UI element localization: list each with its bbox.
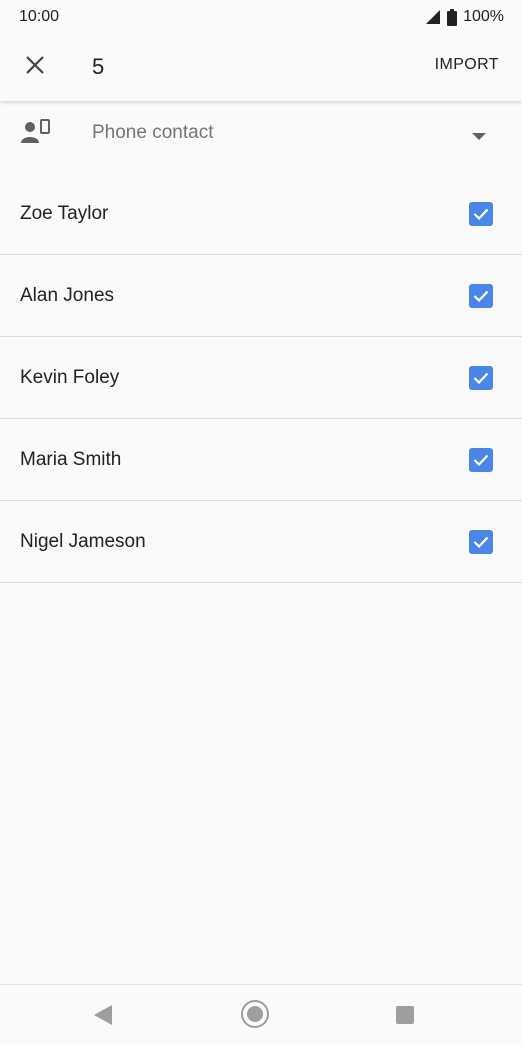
recents-icon[interactable] [395,1005,415,1030]
contact-list: Zoe Taylor Alan Jones Kevin Foley Maria … [0,173,522,583]
signal-icon [425,9,441,25]
contact-row[interactable]: Nigel Jameson [0,501,522,583]
contact-name: Nigel Jameson [20,531,146,552]
checkbox-checked-icon[interactable] [469,448,493,472]
contacts-import-screen: 10:00 100% 5 IMPORT Phone contact Zoe Ta… [0,0,522,1044]
contact-row[interactable]: Kevin Foley [0,337,522,419]
status-time: 10:00 [19,8,60,25]
contact-name: Zoe Taylor [20,203,109,224]
contact-row[interactable]: Alan Jones [0,255,522,337]
home-icon[interactable] [240,999,270,1034]
close-button[interactable] [16,46,54,88]
checkbox-checked-icon[interactable] [469,366,493,390]
battery-icon [447,8,458,26]
account-label: Phone contact [92,122,214,143]
import-button[interactable]: IMPORT [435,56,499,74]
contact-name: Kevin Foley [20,367,120,388]
status-icons: 100% [425,8,504,26]
close-icon [25,55,45,80]
checkbox-checked-icon[interactable] [469,530,493,554]
account-selector[interactable]: Phone contact [0,101,522,165]
status-bar: 10:00 100% [0,0,522,34]
navigation-bar [0,984,522,1044]
contact-row[interactable]: Zoe Taylor [0,173,522,255]
contact-name: Maria Smith [20,449,122,470]
selected-count: 5 [92,54,105,79]
contact-name: Alan Jones [20,285,115,306]
back-icon[interactable] [93,1004,113,1031]
dropdown-arrow-icon [472,128,486,146]
contact-row[interactable]: Maria Smith [0,419,522,501]
checkbox-checked-icon[interactable] [469,284,493,308]
phone-contact-icon [21,119,51,150]
battery-percent: 100% [463,8,504,25]
checkbox-checked-icon[interactable] [469,202,493,226]
app-bar: 5 IMPORT [0,34,522,101]
